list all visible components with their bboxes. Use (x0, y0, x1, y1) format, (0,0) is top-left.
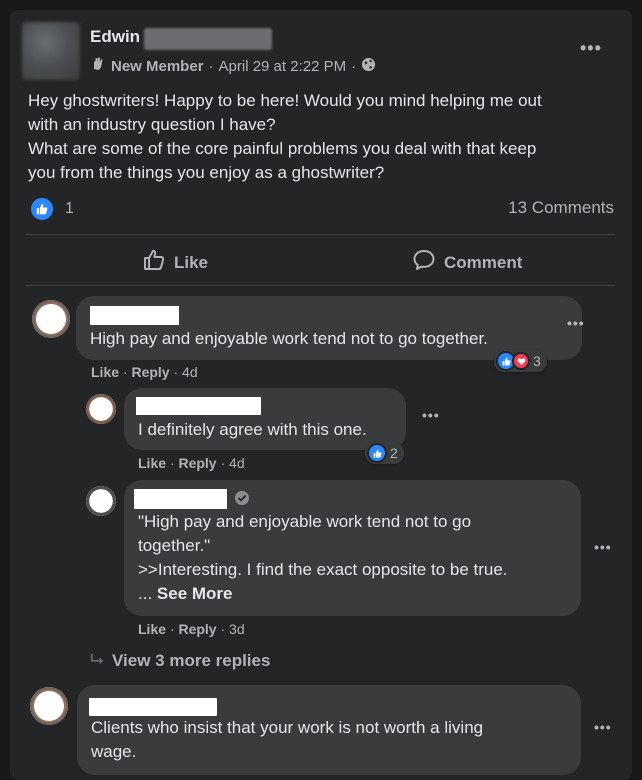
reply-actions: Like · Reply · 3d (138, 621, 245, 637)
comment-more-options-icon[interactable]: ••• (567, 315, 585, 331)
like-reaction-icon (29, 196, 55, 222)
comment-icon (412, 248, 436, 277)
reply-bubble: "High pay and enjoyable work tend not to… (124, 480, 581, 616)
reaction-count: 1 (65, 200, 74, 217)
verified-badge-icon (234, 490, 250, 511)
reply-reaction-count: 2 (390, 445, 398, 461)
replier-name-redacted[interactable] (136, 397, 261, 415)
comment-text-line: Clients who insist that your work is not… (91, 718, 484, 737)
reply-age[interactable]: 3d (229, 621, 245, 637)
author-avatar[interactable] (22, 22, 80, 80)
comment-like-link[interactable]: Like (91, 364, 119, 380)
reply-arrow-icon (90, 651, 104, 671)
reply-reply-link[interactable]: Reply (178, 621, 216, 637)
post-more-options-icon[interactable]: ••• (580, 38, 602, 59)
comment-actions: Like · Reply · 4d (91, 364, 198, 380)
replier-name-redacted[interactable] (134, 489, 227, 509)
reply-avatar[interactable] (86, 486, 116, 516)
globe-icon[interactable] (361, 57, 376, 76)
reply-age[interactable]: 4d (229, 455, 245, 471)
reply-text-line: "High pay and enjoyable work tend not to… (138, 512, 472, 531)
reply-text: I definitely agree with this one. (138, 420, 367, 439)
member-badge[interactable]: New Member (111, 58, 204, 75)
reply-avatar[interactable] (86, 394, 116, 424)
reply-reply-link[interactable]: Reply (178, 455, 216, 471)
like-button[interactable]: Like (142, 248, 208, 277)
author-name[interactable]: Edwin (90, 27, 140, 47)
like-reaction-icon (367, 443, 387, 463)
comment-text: High pay and enjoyable work tend not to … (90, 329, 488, 348)
post-card: Edwin New Member · April 29 at 2:22 PM ·… (10, 10, 632, 780)
post-body: Hey ghostwriters! Happy to be here! Woul… (28, 91, 542, 182)
reply-reactions[interactable]: 2 (365, 442, 404, 464)
commenter-name-redacted[interactable] (89, 698, 217, 716)
love-reaction-icon (512, 352, 530, 370)
divider (26, 234, 615, 235)
post-meta: New Member · April 29 at 2:22 PM · (90, 56, 376, 76)
comment-reaction-count: 3 (533, 353, 541, 369)
see-more-row: ... See More (138, 584, 233, 603)
commenter-avatar[interactable] (30, 687, 68, 725)
comment-age[interactable]: 4d (182, 364, 198, 380)
see-more-link[interactable]: See More (157, 584, 233, 603)
badge-wave-icon (90, 56, 106, 76)
comment-reactions[interactable]: 3 (494, 350, 547, 372)
comment-bubble: Clients who insist that your work is not… (77, 685, 581, 775)
comment-button[interactable]: Comment (412, 248, 522, 277)
divider (26, 285, 615, 286)
post-timestamp[interactable]: April 29 at 2:22 PM (219, 58, 347, 75)
thumbs-up-icon (142, 248, 166, 277)
comments-count[interactable]: 13 Comments (508, 198, 614, 218)
reply-more-options-icon[interactable]: ••• (594, 539, 612, 555)
view-more-replies[interactable]: View 3 more replies (90, 651, 270, 671)
comment-text-line: wage. (91, 742, 137, 761)
commenter-name-redacted[interactable] (90, 306, 179, 325)
post-reactions[interactable]: 1 (29, 196, 74, 222)
reply-like-link[interactable]: Like (138, 621, 166, 637)
reply-text-line: >>Interesting. I find the exact opposite… (138, 560, 508, 579)
reply-more-options-icon[interactable]: ••• (422, 407, 440, 423)
reply-bubble: I definitely agree with this one. (124, 388, 406, 450)
reply-like-link[interactable]: Like (138, 455, 166, 471)
commenter-avatar[interactable] (32, 300, 70, 338)
author-name-redacted (144, 28, 272, 50)
comment-reply-link[interactable]: Reply (131, 364, 169, 380)
comment-more-options-icon[interactable]: ••• (594, 719, 612, 735)
reply-text-line: together." (138, 536, 211, 555)
reply-actions: Like · Reply · 4d (138, 455, 245, 471)
